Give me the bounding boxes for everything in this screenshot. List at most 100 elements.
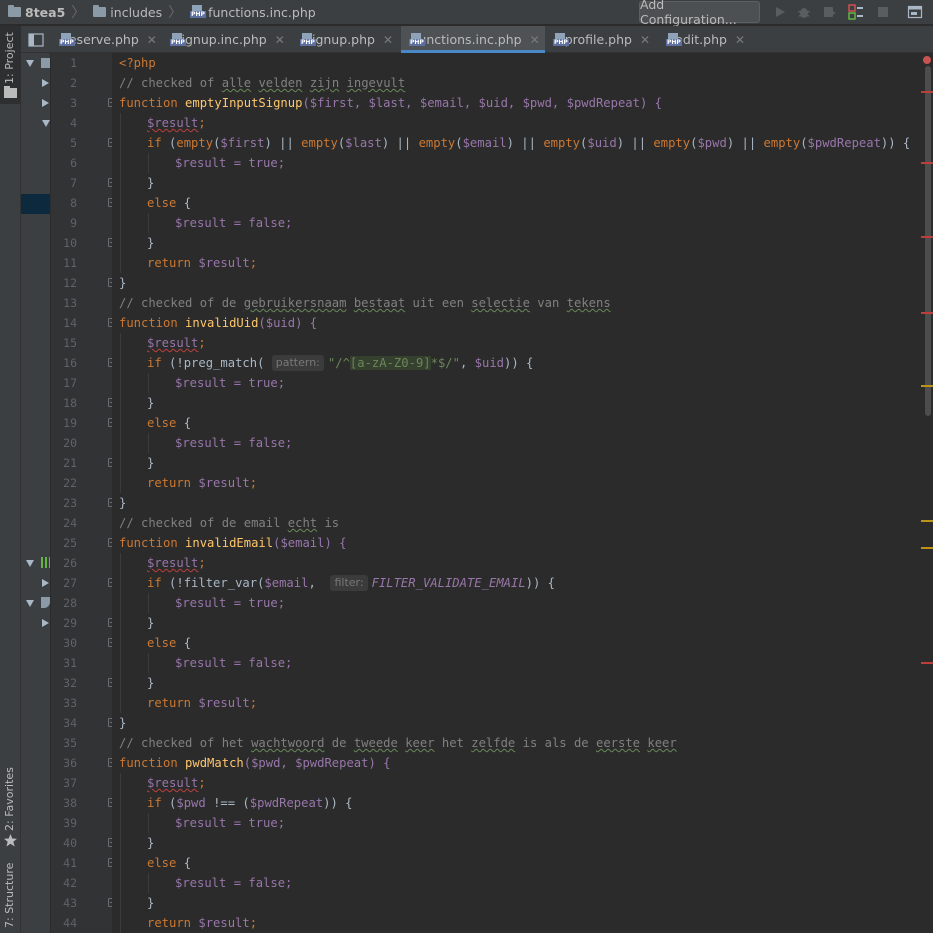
- sql-console-icon[interactable]: [848, 4, 864, 20]
- line-number: 9: [70, 216, 77, 230]
- tree-row[interactable]: [21, 113, 51, 133]
- line-number: 1: [70, 56, 77, 70]
- tree-row[interactable]: [21, 93, 51, 113]
- line-number: 11: [63, 256, 77, 270]
- warning-marker[interactable]: [921, 547, 933, 549]
- line-number: 41: [63, 856, 77, 870]
- tab-reserve-php[interactable]: PHP reserve.php ✕: [51, 26, 162, 53]
- assignment: $result = false;: [175, 876, 293, 890]
- run-icon[interactable]: [772, 4, 788, 20]
- operator: ||: [513, 136, 544, 150]
- line-number: 28: [63, 596, 77, 610]
- breadcrumb-file[interactable]: PHP functions.inc.php: [182, 0, 316, 25]
- code-line: function pwdMatch($pwd, $pwdRepeat) {: [119, 753, 920, 773]
- error-marker[interactable]: [921, 91, 933, 93]
- line-number: 37: [63, 776, 77, 790]
- tree-row[interactable]: [21, 553, 51, 573]
- line-number: 2: [70, 76, 77, 90]
- tree-row-selected[interactable]: [21, 194, 50, 214]
- tab-edit-php[interactable]: PHP edit.php ✕: [658, 26, 753, 53]
- line-number: 22: [63, 476, 77, 490]
- comment-word: tweede: [353, 736, 398, 750]
- error-marker[interactable]: [921, 236, 933, 238]
- tree-row[interactable]: [21, 73, 51, 93]
- error-marker[interactable]: [921, 662, 933, 664]
- window-layout-icon[interactable]: [907, 4, 923, 20]
- line-number: 29: [63, 616, 77, 630]
- code-line: }: [147, 613, 920, 633]
- code-line: }: [119, 273, 920, 293]
- tree-row[interactable]: [21, 53, 51, 73]
- code-editor[interactable]: <?php // checked of alle velden zijn ing…: [112, 53, 920, 933]
- code-line: }: [119, 713, 920, 733]
- variable: $result: [198, 476, 250, 490]
- tree-row[interactable]: [21, 573, 51, 593]
- close-icon[interactable]: ✕: [640, 33, 650, 47]
- code-line: return $result;: [147, 693, 920, 713]
- variable: $pwd: [176, 796, 206, 810]
- error-indicator-icon[interactable]: [923, 56, 931, 64]
- code-line: else {: [147, 636, 192, 650]
- line-number: 30: [63, 636, 77, 650]
- assignment: $result = false;: [175, 656, 293, 670]
- comment-text: is als de: [515, 736, 596, 750]
- warning-marker[interactable]: [921, 520, 933, 522]
- toggle-panel-icon[interactable]: [21, 26, 51, 53]
- code-line: $result = false;: [175, 433, 920, 453]
- constant: FILTER_VALIDATE_EMAIL: [371, 576, 526, 590]
- tab-signup-inc-php[interactable]: PHP signup.inc.php ✕: [162, 26, 292, 53]
- tab-profile-php[interactable]: PHP profile.php ✕: [545, 26, 658, 53]
- error-marker[interactable]: [921, 162, 933, 164]
- project-tool-button[interactable]: 1: Project: [0, 26, 21, 104]
- variable: $email: [462, 136, 507, 150]
- php-file-icon: PHP: [553, 32, 569, 47]
- indent-guide: [148, 433, 149, 453]
- keyword: empty: [653, 136, 691, 150]
- code-line: $result;: [147, 773, 920, 793]
- comment-text: het: [434, 736, 472, 750]
- line-number: 7: [70, 176, 77, 190]
- line-number: 8: [70, 196, 77, 210]
- code-line: if ($pwd !== ($pwdRepeat)) {: [147, 796, 353, 810]
- code-line: $result = true;: [175, 373, 920, 393]
- tree-row[interactable]: [21, 593, 51, 613]
- keyword: empty: [763, 136, 801, 150]
- tab-functions-inc-php[interactable]: PHP functions.inc.php ✕: [401, 26, 545, 53]
- favorites-tool-button[interactable]: 2: Favorites: [0, 767, 21, 851]
- indent-guide: [120, 113, 121, 273]
- close-icon[interactable]: ✕: [275, 33, 285, 47]
- keyword: else: [147, 856, 177, 870]
- tab-signup-php[interactable]: PHP signup.php ✕: [292, 26, 401, 53]
- comment-word: selectie: [471, 296, 530, 310]
- assignment: $result = false;: [175, 436, 293, 450]
- breadcrumb-project[interactable]: 8tea5 〉: [0, 0, 85, 25]
- stop-icon[interactable]: [875, 4, 891, 20]
- tree-row[interactable]: [21, 613, 51, 633]
- close-icon[interactable]: ✕: [147, 33, 157, 47]
- line-number: 23: [63, 496, 77, 510]
- variable: $result: [198, 256, 250, 270]
- close-icon[interactable]: ✕: [530, 33, 540, 47]
- structure-tool-label: 7: Structure: [3, 862, 16, 928]
- expand-arrow-icon: [26, 60, 34, 67]
- keyword: function: [119, 96, 178, 110]
- editor-gutter: 1 2 3 4 5 6 7 8 9 10 11 12 13 14 15 16 1…: [51, 53, 117, 933]
- punctuation: }: [119, 276, 127, 290]
- project-tool-label: 1: Project: [3, 32, 16, 84]
- vertical-scrollbar[interactable]: [925, 66, 931, 416]
- error-marker[interactable]: [921, 312, 933, 314]
- close-icon[interactable]: ✕: [383, 33, 393, 47]
- debug-icon[interactable]: [796, 4, 812, 20]
- code-line: }: [147, 233, 920, 253]
- coverage-icon[interactable]: [822, 4, 838, 20]
- breadcrumb-folder[interactable]: includes 〉: [85, 0, 182, 25]
- warning-marker[interactable]: [921, 385, 933, 387]
- structure-tool-button[interactable]: 7: Structure: [0, 862, 21, 933]
- add-configuration-button[interactable]: Add Configuration...: [639, 0, 760, 27]
- keyword: else: [147, 196, 177, 210]
- indent-guide: [120, 553, 121, 713]
- error-stripe[interactable]: [920, 53, 933, 933]
- collapse-arrow-icon: [42, 99, 49, 107]
- line-number: 24: [63, 516, 77, 530]
- close-icon[interactable]: ✕: [735, 33, 745, 47]
